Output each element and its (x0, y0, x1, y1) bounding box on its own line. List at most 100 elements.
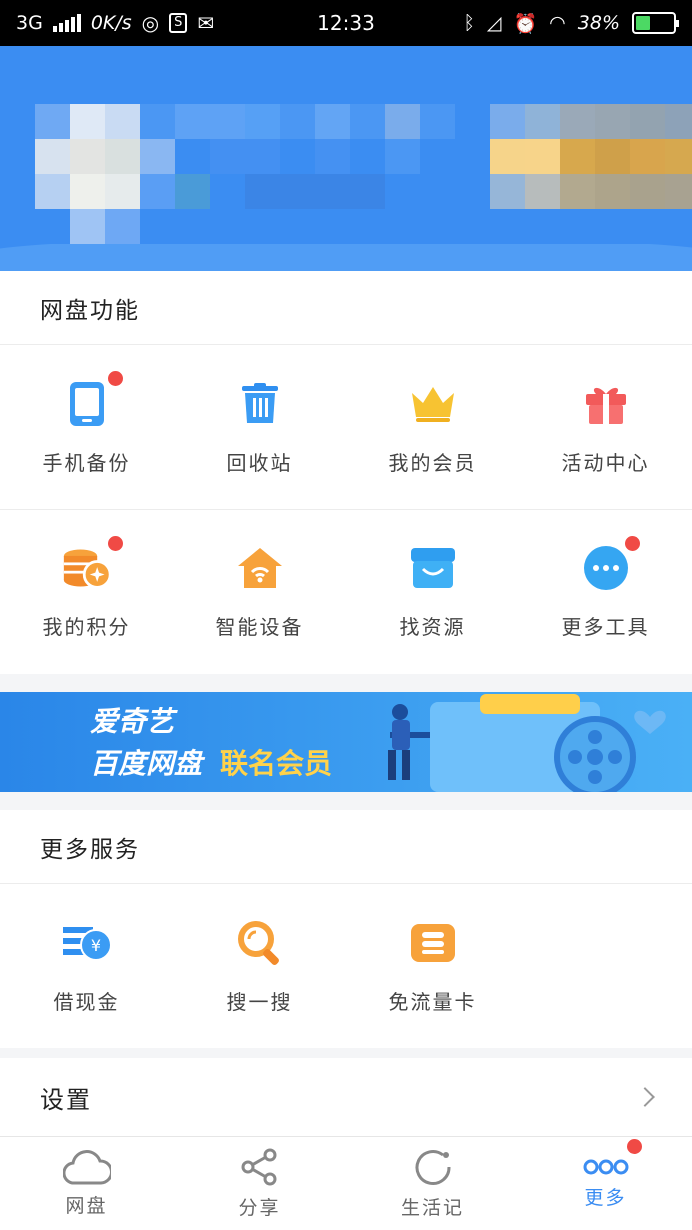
blur-pixel (140, 209, 175, 244)
blur-pixel (70, 209, 105, 244)
service-borrow-cash[interactable]: ¥ 借现金 (0, 884, 173, 1048)
mute-icon: ◿ (486, 12, 502, 34)
badge-dot (108, 371, 123, 386)
blur-pixel (70, 174, 105, 209)
blur-pixel (350, 104, 385, 139)
blur-pixel (595, 139, 630, 174)
blur-pixel (315, 139, 350, 174)
tab-label: 网盘 (65, 1195, 108, 1217)
blur-pixel (560, 104, 595, 139)
service-label: 搜一搜 (226, 989, 293, 1014)
blur-pixel (105, 139, 140, 174)
crown-icon (408, 379, 458, 429)
blur-pixel (385, 139, 420, 174)
blur-pixel (210, 139, 245, 174)
cash-icon: ¥ (62, 918, 112, 968)
feature-activity-center[interactable]: 活动中心 (519, 345, 692, 509)
section-title-disk: 网盘功能 (0, 271, 692, 345)
disk-features-section: 网盘功能 手机备份 回收站 我的会员 活动中心 我的积分 智能设备 找资源 更多… (0, 271, 692, 674)
blur-pixel (525, 139, 560, 174)
blur-pixel (350, 174, 385, 209)
wechat-icon: ✉ (197, 11, 215, 35)
promo-highlight: 联名会员 (220, 747, 333, 780)
tab-more[interactable]: 更多 (519, 1137, 692, 1230)
blur-pixel (630, 139, 665, 174)
blur-pixel (280, 139, 315, 174)
tab-disk[interactable]: 网盘 (0, 1137, 173, 1230)
network-speed: 0K/s (90, 12, 132, 34)
settings-row[interactable]: 设置 (0, 1058, 692, 1136)
blur-pixel (490, 104, 525, 139)
blur-pixel (315, 174, 350, 209)
blur-pixel (560, 209, 595, 244)
battery-icon (632, 12, 679, 34)
blur-pixel (35, 174, 70, 209)
promo-banner[interactable]: 爱奇艺 百度网盘 联名会员 (0, 692, 692, 792)
feature-smart-devices[interactable]: 智能设备 (173, 509, 346, 673)
blur-pixel (665, 174, 692, 209)
badge-dot (625, 536, 640, 551)
store-icon (408, 543, 458, 593)
badge-dot (108, 536, 123, 551)
more-icon (583, 1159, 628, 1175)
blur-pixel (245, 174, 280, 209)
signal-icon (52, 14, 81, 32)
settings-label: 设置 (40, 1085, 92, 1114)
blur-pixel (560, 139, 595, 174)
service-search[interactable]: 搜一搜 (173, 884, 346, 1048)
blur-pixel (455, 139, 490, 174)
feature-my-membership[interactable]: 我的会员 (346, 345, 519, 509)
tab-label: 生活记 (400, 1197, 464, 1219)
blur-pixel (210, 104, 245, 139)
user-header[interactable] (0, 46, 692, 271)
blur-pixel (175, 139, 210, 174)
blur-pixel (630, 104, 665, 139)
svg-text:¥: ¥ (90, 936, 100, 955)
blur-pixel (350, 139, 385, 174)
blur-pixel (105, 174, 140, 209)
feature-phone-backup[interactable]: 手机备份 (0, 345, 173, 509)
blur-pixel (280, 174, 315, 209)
promo-illustration (388, 694, 666, 792)
blur-pixel (455, 174, 490, 209)
blur-pixel (455, 209, 490, 244)
life-icon (415, 1150, 451, 1185)
promo-line2: 百度网盘 (90, 747, 203, 780)
blur-pixel (175, 104, 210, 139)
tab-share[interactable]: 分享 (173, 1137, 346, 1230)
bluetooth-icon: ᛒ (463, 12, 475, 34)
blur-pixel (595, 209, 630, 244)
feature-label: 我的会员 (388, 450, 477, 475)
blur-pixel (560, 174, 595, 209)
blur-pixel (525, 174, 560, 209)
feature-recycle-bin[interactable]: 回收站 (173, 345, 346, 509)
blur-pixel (105, 104, 140, 139)
feature-label: 找资源 (399, 615, 466, 639)
coins-icon (62, 543, 112, 593)
blur-pixel (420, 139, 455, 174)
blur-pixel (420, 104, 455, 139)
feature-more-tools[interactable]: 更多工具 (519, 509, 692, 673)
feature-my-points[interactable]: 我的积分 (0, 509, 173, 673)
feature-find-resources[interactable]: 找资源 (346, 509, 519, 673)
wifi-icon: ◠ (549, 12, 566, 34)
blur-pixel (35, 139, 70, 174)
blur-pixel (455, 104, 490, 139)
battery-percent: 38% (577, 12, 620, 34)
blur-pixel (35, 104, 70, 139)
blur-pixel (665, 104, 692, 139)
blur-pixel (385, 174, 420, 209)
blur-pixel (140, 104, 175, 139)
blur-pixel (595, 174, 630, 209)
blur-pixel (595, 104, 630, 139)
blur-pixel (490, 174, 525, 209)
share-icon (241, 1148, 276, 1186)
blur-pixel (385, 104, 420, 139)
promo-line1: 爱奇艺 (90, 705, 175, 738)
blur-pixel (525, 209, 560, 244)
blur-pixel (140, 139, 175, 174)
blur-pixel (490, 139, 525, 174)
tab-life[interactable]: 生活记 (346, 1137, 519, 1230)
more-dots-icon (581, 543, 631, 593)
service-data-free-card[interactable]: 免流量卡 (346, 884, 519, 1048)
